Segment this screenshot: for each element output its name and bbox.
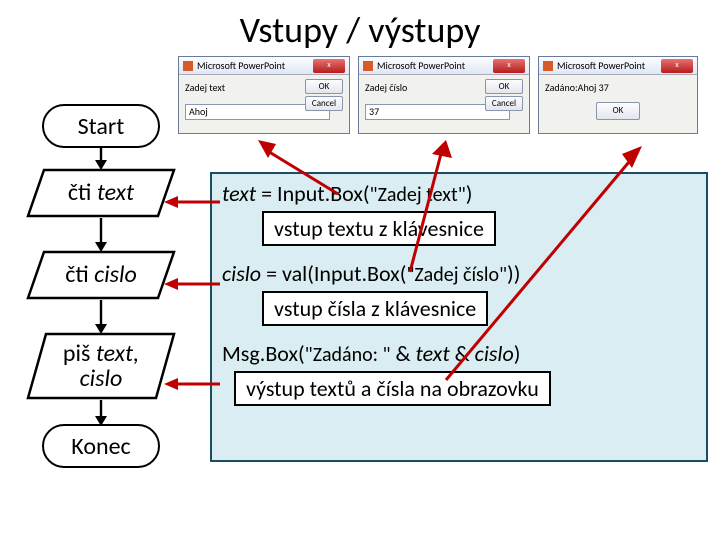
dialog-2: Microsoft PowerPoint x Zadej číslo OK Ca… (358, 56, 530, 134)
flow-var: cislo (94, 260, 137, 289)
close-icon[interactable]: x (661, 59, 693, 73)
code-text: Msg.Box( (222, 340, 305, 367)
flow-var: text (97, 178, 134, 207)
ok-button[interactable]: OK (305, 79, 343, 94)
arrow-up-icon (440, 146, 650, 391)
ok-button[interactable]: OK (596, 102, 640, 120)
arrow-left-icon (164, 194, 220, 213)
arrow-down-icon (100, 400, 102, 424)
cancel-button[interactable]: Cancel (305, 96, 343, 111)
flow-write: piš text, cislo (26, 332, 176, 400)
dialog-titlebar: Microsoft PowerPoint x (359, 57, 529, 75)
app-icon (363, 61, 373, 71)
flowchart: Start čti text čti cislo piš text, cislo… (26, 104, 176, 468)
flow-end: Konec (42, 424, 160, 468)
arrow-up-icon (258, 140, 348, 205)
app-icon (543, 61, 553, 71)
code-var: cislo (222, 260, 261, 287)
arrow-down-icon (100, 148, 102, 168)
dialog-titlebar: Microsoft PowerPoint x (539, 57, 697, 75)
dialog-body: Zadáno:Ahoj 37 OK (539, 75, 697, 133)
flow-read-text: čti text (26, 168, 176, 218)
flow-read-cislo: čti cislo (26, 250, 176, 300)
arrow-down-icon (100, 300, 102, 332)
arrow-down-icon (100, 218, 102, 250)
dialog-app-name: Microsoft PowerPoint (557, 59, 645, 72)
flow-label: čti (65, 260, 94, 289)
dialog-prompt: Zadáno:Ahoj 37 (545, 81, 691, 94)
flow-start: Start (42, 104, 160, 148)
close-icon[interactable]: x (493, 59, 525, 73)
flow-label: čti (68, 178, 97, 207)
dialog-body: Zadej text OK Cancel Ahoj (179, 75, 349, 133)
code-text: & (391, 340, 416, 367)
app-icon (183, 61, 193, 71)
page-title: Vstupy / výstupy (0, 0, 720, 54)
dialog-3: Microsoft PowerPoint x Zadáno:Ahoj 37 OK (538, 56, 698, 134)
code-arg: "Zadáno: " (305, 343, 391, 367)
dialog-1: Microsoft PowerPoint x Zadej text OK Can… (178, 56, 350, 134)
dialog-row: Microsoft PowerPoint x Zadej text OK Can… (178, 56, 698, 134)
dialog-app-name: Microsoft PowerPoint (197, 59, 285, 72)
arrow-left-icon (164, 376, 220, 395)
dialog-body: Zadej číslo OK Cancel 37 (359, 75, 529, 133)
dialog-titlebar: Microsoft PowerPoint x (179, 57, 349, 75)
arrow-left-icon (164, 276, 220, 295)
ok-button[interactable]: OK (485, 79, 523, 94)
code-var: text (222, 180, 256, 207)
dialog-app-name: Microsoft PowerPoint (377, 59, 465, 72)
close-icon[interactable]: x (313, 59, 345, 73)
cancel-button[interactable]: Cancel (485, 96, 523, 111)
